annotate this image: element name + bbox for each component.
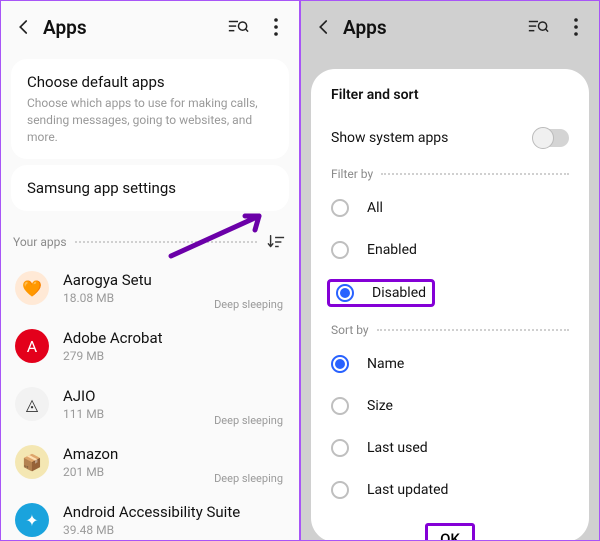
system-apps-toggle[interactable]: [533, 129, 569, 147]
radio-icon: [331, 481, 349, 499]
app-item[interactable]: ◬ AJIO 111 MB Deep sleeping: [1, 375, 299, 433]
app-list: 🧡 Aarogya Setu 18.08 MB Deep sleepingA A…: [1, 259, 299, 541]
sort-option-size[interactable]: Size: [311, 385, 589, 427]
sort-options: Name Size Last used Last updated: [311, 343, 589, 511]
app-item[interactable]: 📦 Amazon 201 MB Deep sleeping: [1, 433, 299, 491]
card-title: Choose default apps: [27, 73, 273, 91]
app-name: Adobe Acrobat: [63, 329, 285, 347]
app-icon: A: [15, 329, 49, 363]
filter-option-all[interactable]: All: [311, 187, 589, 229]
filter-sort-modal: Filter and sort Show system apps Filter …: [311, 69, 589, 541]
app-icon: 🧡: [15, 271, 49, 305]
choose-default-apps-card[interactable]: Choose default apps Choose which apps to…: [11, 59, 289, 159]
app-size: 39.48 MB: [63, 523, 285, 537]
back-button[interactable]: [13, 16, 35, 38]
more-vertical-icon: [274, 18, 278, 36]
sort-icon: [267, 233, 285, 251]
radio-icon: [336, 284, 354, 302]
app-item[interactable]: A Adobe Acrobat 279 MB: [1, 317, 299, 375]
card-title: Samsung app settings: [27, 179, 273, 197]
app-icon: ◬: [15, 387, 49, 421]
option-label: All: [367, 200, 383, 216]
divider-dots: [377, 329, 569, 331]
your-apps-header: Your apps: [13, 231, 287, 253]
sort-option-name[interactable]: Name: [311, 343, 589, 385]
header: Apps: [301, 1, 599, 53]
filter-option-disabled[interactable]: Disabled: [311, 271, 589, 315]
more-button[interactable]: [265, 16, 287, 38]
sort-option-last-updated[interactable]: Last updated: [311, 469, 589, 511]
search-settings-icon[interactable]: [527, 16, 549, 38]
divider-dots: [75, 241, 257, 243]
app-status: Deep sleeping: [214, 298, 283, 311]
radio-icon: [331, 355, 349, 373]
filter-options: All Enabled Disabled: [311, 187, 589, 315]
more-vertical-icon: [574, 18, 578, 36]
header: Apps: [1, 1, 299, 53]
sort-by-header: Sort by: [311, 315, 589, 343]
modal-title: Filter and sort: [311, 87, 589, 117]
show-system-apps-row[interactable]: Show system apps: [311, 117, 589, 159]
more-button[interactable]: [565, 16, 587, 38]
section-label: Filter by: [331, 167, 373, 181]
option-label: Last used: [367, 440, 428, 456]
app-status: Deep sleeping: [214, 414, 283, 427]
search-list-icon: [527, 17, 549, 37]
app-status: Deep sleeping: [214, 472, 283, 485]
app-item[interactable]: ✦ Android Accessibility Suite 39.48 MB: [1, 491, 299, 541]
app-name: Aarogya Setu: [63, 271, 285, 289]
section-label: Your apps: [13, 235, 67, 249]
option-label: Last updated: [367, 482, 448, 498]
search-settings-icon[interactable]: [227, 16, 249, 38]
app-name: AJIO: [63, 387, 285, 405]
sort-option-last-used[interactable]: Last used: [311, 427, 589, 469]
radio-icon: [331, 199, 349, 217]
section-label: Sort by: [331, 323, 369, 337]
app-icon: ✦: [15, 503, 49, 537]
back-button[interactable]: [313, 16, 335, 38]
samsung-app-settings-card[interactable]: Samsung app settings: [11, 165, 289, 211]
search-list-icon: [227, 17, 249, 37]
radio-icon: [331, 397, 349, 415]
app-size: 279 MB: [63, 349, 285, 363]
filter-by-header: Filter by: [311, 159, 589, 187]
page-title: Apps: [43, 16, 227, 39]
chevron-left-icon: [315, 18, 333, 36]
page-title: Apps: [343, 16, 527, 39]
app-name: Amazon: [63, 445, 285, 463]
chevron-left-icon: [15, 18, 33, 36]
apps-list-screen: Apps Choose default apps Choose which ap…: [0, 0, 300, 541]
sort-button[interactable]: [265, 231, 287, 253]
ok-button[interactable]: OK: [425, 523, 475, 541]
filter-sort-screen: Apps Filter and sort Show system apps Fi…: [300, 0, 600, 541]
app-name: Android Accessibility Suite: [63, 503, 285, 521]
radio-icon: [331, 439, 349, 457]
option-label: Enabled: [367, 242, 417, 258]
radio-icon: [331, 241, 349, 259]
app-item[interactable]: 🧡 Aarogya Setu 18.08 MB Deep sleeping: [1, 259, 299, 317]
filter-option-enabled[interactable]: Enabled: [311, 229, 589, 271]
row-label: Show system apps: [331, 130, 448, 146]
option-label: Disabled: [372, 285, 426, 301]
divider-dots: [381, 173, 569, 175]
option-label: Name: [367, 356, 404, 372]
card-subtitle: Choose which apps to use for making call…: [27, 95, 273, 145]
app-icon: 📦: [15, 445, 49, 479]
option-label: Size: [367, 398, 393, 414]
